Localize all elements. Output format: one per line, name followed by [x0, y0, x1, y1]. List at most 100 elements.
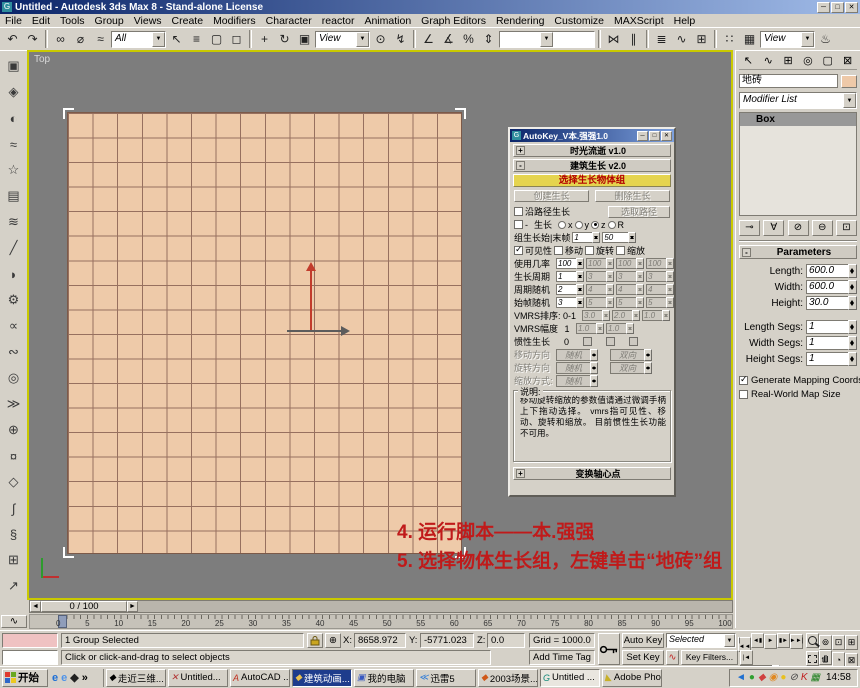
- value-spinner[interactable]: 100: [616, 258, 644, 269]
- width-segs-spinner[interactable]: 1: [806, 336, 857, 350]
- scale-checkbox[interactable]: [616, 246, 625, 255]
- taskbar-task-5[interactable]: ▣我的电脑: [354, 669, 414, 687]
- height-spinner[interactable]: 30.0: [806, 296, 857, 310]
- dialog-titlebar[interactable]: G AutoKey_V本.强强1.0 ─ □ ✕: [510, 129, 674, 142]
- value-spinner[interactable]: 3.0: [582, 310, 610, 321]
- display-tab-icon[interactable]: ▢: [818, 53, 837, 69]
- tray-icon[interactable]: ⊘: [789, 673, 797, 683]
- value-spinner[interactable]: 4: [646, 284, 674, 295]
- tray-icon[interactable]: ▦: [811, 673, 820, 683]
- create-growth-button[interactable]: 创建生长: [514, 190, 589, 202]
- quick-launch-icon[interactable]: »: [82, 672, 88, 684]
- height-segs-spinner[interactable]: 1: [806, 352, 857, 366]
- quick-launch-icon[interactable]: ◆: [70, 671, 78, 684]
- scale-mode-dropdown[interactable]: 随机: [556, 375, 598, 387]
- taskbar-task-2[interactable]: ✕Untitled...: [168, 669, 228, 687]
- reactor-toolbar-icon[interactable]: ◇: [2, 469, 25, 495]
- reactor-toolbar-icon[interactable]: ¤: [2, 443, 25, 469]
- viewport-label[interactable]: Top: [34, 54, 50, 65]
- select-and-move-icon[interactable]: +: [255, 30, 274, 49]
- reactor-toolbar-icon[interactable]: ∫: [2, 495, 25, 521]
- expand-icon[interactable]: +: [516, 469, 525, 478]
- axis-r-radio[interactable]: [608, 221, 616, 229]
- stack-item-box[interactable]: Box: [740, 113, 856, 126]
- selection-lock-icon[interactable]: [307, 633, 323, 648]
- maxscript-listener-field[interactable]: [2, 650, 58, 665]
- time-slider-right-icon[interactable]: ►: [127, 601, 138, 612]
- move-direction-dropdown[interactable]: 随机: [556, 349, 598, 361]
- menu-item[interactable]: Help: [669, 15, 701, 27]
- spinner-arrows-icon[interactable]: [628, 232, 636, 243]
- play-icon[interactable]: ►: [764, 634, 777, 649]
- mirror-icon[interactable]: ⋈: [604, 30, 623, 49]
- go-to-frame-icon[interactable]: |◄: [740, 650, 753, 665]
- inertia-checkbox[interactable]: [606, 337, 615, 346]
- region-zoom-icon[interactable]: [806, 651, 819, 666]
- inertia-checkbox[interactable]: [629, 337, 638, 346]
- time-slider[interactable]: ◄ 0 / 100 ►: [29, 600, 733, 613]
- add-time-tag-field[interactable]: Add Time Tag: [529, 650, 595, 665]
- reactor-toolbar-icon[interactable]: ⊞: [2, 547, 25, 573]
- value-spinner[interactable]: 3: [586, 271, 614, 282]
- rotate-bidirectional-dropdown[interactable]: 双向: [610, 362, 652, 374]
- reactor-toolbar-icon[interactable]: ⊕: [2, 417, 25, 443]
- taskbar-task-3[interactable]: AAutoCAD ...: [230, 669, 290, 687]
- value-spinner[interactable]: 1.0: [642, 310, 670, 321]
- taskbar-task-9[interactable]: ◣Adobe Pho...: [602, 669, 662, 687]
- dialog-close-button[interactable]: ✕: [661, 131, 672, 141]
- go-to-end-icon[interactable]: ►►|: [790, 634, 803, 649]
- rectangular-selection-region-icon[interactable]: ▢: [207, 30, 226, 49]
- length-spinner[interactable]: 600.0: [806, 264, 857, 278]
- key-mode-dropdown[interactable]: Selected▼: [666, 633, 736, 648]
- start-button[interactable]: 开始: [2, 669, 48, 687]
- taskbar-task-4[interactable]: ◆建筑动画...: [292, 669, 352, 687]
- value-spinner[interactable]: 100: [646, 258, 674, 269]
- reactor-toolbar-icon[interactable]: ⚙: [2, 287, 25, 313]
- select-and-manipulate-icon[interactable]: ↯: [391, 30, 410, 49]
- rollout-time-lapse[interactable]: + 时光流逝 v1.0: [513, 144, 671, 157]
- reactor-toolbar-icon[interactable]: ☆: [2, 157, 25, 183]
- value-spinner[interactable]: 1.0: [576, 323, 604, 334]
- start-frame-spinner[interactable]: 1: [572, 232, 600, 243]
- value-spinner[interactable]: 5: [616, 297, 644, 308]
- menu-item[interactable]: Graph Editors: [416, 15, 491, 27]
- menu-item[interactable]: Tools: [55, 15, 90, 27]
- collapse-icon[interactable]: -: [742, 248, 751, 257]
- taskbar-task-7[interactable]: ◆2003场景...: [478, 669, 538, 687]
- value-spinner[interactable]: 100: [556, 258, 584, 269]
- chevron-down-icon[interactable]: ▼: [152, 32, 165, 47]
- time-slider-left-icon[interactable]: ◄: [30, 601, 41, 612]
- next-frame-icon[interactable]: ▮►: [777, 633, 790, 648]
- snap-toggle-icon[interactable]: ∠: [419, 30, 438, 49]
- render-type-dropdown[interactable]: View ▼: [760, 31, 815, 48]
- x-coord-field[interactable]: 8658.972: [354, 633, 406, 648]
- tray-icon[interactable]: ●: [749, 673, 755, 683]
- growth-checkbox[interactable]: [514, 220, 523, 229]
- utilities-tab-icon[interactable]: ⊠: [838, 53, 857, 69]
- modifier-stack[interactable]: Box: [739, 112, 857, 216]
- close-button[interactable]: ✕: [845, 2, 858, 13]
- chevron-down-icon[interactable]: ▼: [540, 32, 553, 47]
- value-spinner[interactable]: 3: [556, 297, 584, 308]
- z-coord-field[interactable]: 0.0: [487, 633, 525, 648]
- value-spinner[interactable]: 1.0: [606, 323, 634, 334]
- make-unique-icon[interactable]: ⊘: [788, 220, 809, 236]
- value-spinner[interactable]: 5: [586, 297, 614, 308]
- collapse-icon[interactable]: -: [516, 161, 525, 170]
- use-pivot-point-icon[interactable]: ⊙: [371, 30, 390, 49]
- tray-icon[interactable]: ◆: [758, 673, 766, 683]
- along-path-checkbox[interactable]: [514, 207, 523, 216]
- reactor-toolbar-icon[interactable]: ◈: [2, 79, 25, 105]
- move-bidirectional-dropdown[interactable]: 双向: [610, 349, 652, 361]
- render-scene-icon[interactable]: ▦: [740, 30, 759, 49]
- window-crossing-icon[interactable]: ◻: [227, 30, 246, 49]
- previous-frame-icon[interactable]: ◄▮: [751, 633, 764, 648]
- zoom-extents-icon[interactable]: ⊡: [832, 635, 845, 650]
- maximize-button[interactable]: □: [831, 2, 844, 13]
- absolute-mode-icon[interactable]: ⊕: [325, 633, 341, 648]
- value-spinner[interactable]: 4: [586, 284, 614, 295]
- menu-item[interactable]: Create: [167, 15, 209, 27]
- reactor-toolbar-icon[interactable]: ≋: [2, 209, 25, 235]
- rollout-transform-pivot[interactable]: + 变换轴心点: [513, 467, 671, 480]
- layer-manager-icon[interactable]: ≣: [652, 30, 671, 49]
